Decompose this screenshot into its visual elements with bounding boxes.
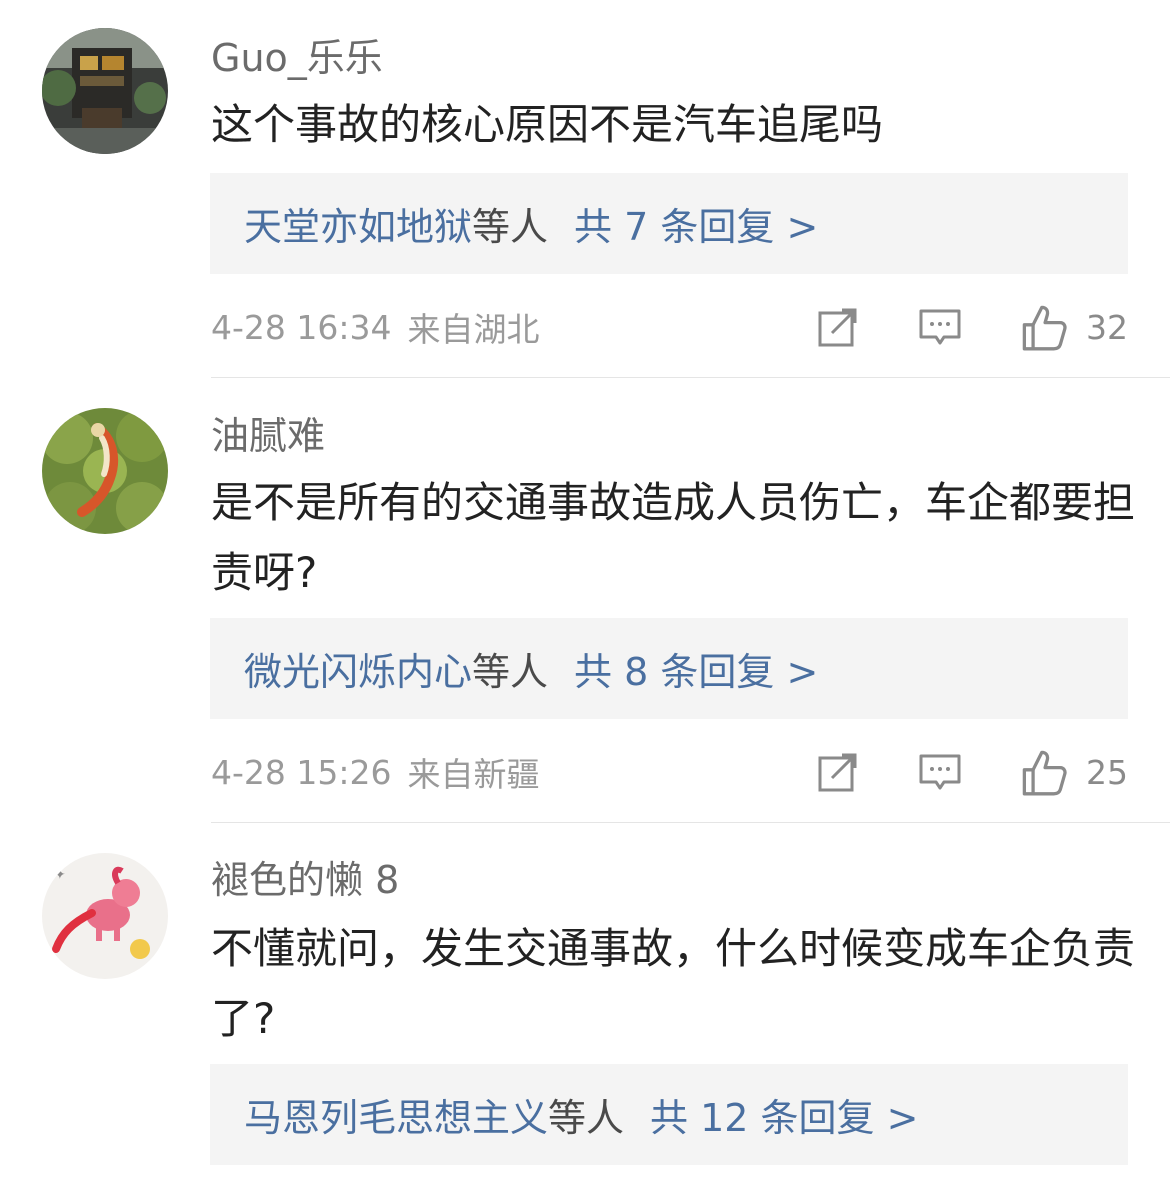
avatar[interactable] — [42, 28, 168, 154]
comment-text: 不懂就问，发生交通事故，什么时候变成车企负责了? — [211, 924, 1136, 1043]
comment-text: 这个事故的核心原因不是汽车追尾吗 — [211, 100, 884, 149]
thumbs-up-icon[interactable] — [1020, 748, 1068, 796]
reply-usernames[interactable]: 天堂亦如地狱 — [244, 196, 472, 251]
comment-text: 是不是所有的交通事故造成人员伤亡，车企都要担责呀? — [211, 478, 1136, 597]
reply-usernames[interactable]: 微光闪烁内心 — [244, 641, 472, 696]
like-count: 25 — [1086, 752, 1128, 792]
username[interactable]: Guo_乐乐 — [211, 36, 383, 80]
reply-suffix: 等人 — [472, 205, 549, 249]
reply-usernames[interactable]: 马恩列毛思想主义 — [244, 1087, 548, 1142]
reply-count[interactable]: 共 12 条回复 > — [650, 1087, 918, 1142]
reply-count[interactable]: 共 8 条回复 > — [574, 641, 818, 696]
replies-link[interactable]: 微光闪烁内心 等人 共 8 条回复 > — [210, 618, 1128, 719]
username[interactable]: 褪色的懒 8 — [211, 858, 399, 902]
username[interactable]: 油腻难 — [211, 414, 325, 458]
replies-link[interactable]: 马恩列毛思想主义 等人 共 12 条回复 > — [210, 1064, 1128, 1165]
reply-count[interactable]: 共 7 条回复 > — [574, 196, 818, 251]
timestamp: 4-28 16:34 — [211, 307, 392, 347]
divider — [211, 822, 1170, 823]
thumbs-up-icon[interactable] — [1020, 303, 1068, 351]
comment-icon[interactable] — [918, 305, 962, 349]
reply-suffix: 等人 — [548, 1096, 625, 1140]
avatar[interactable] — [42, 408, 168, 534]
replies-link[interactable]: 天堂亦如地狱 等人 共 7 条回复 > — [210, 173, 1128, 274]
svg-text:✦: ✦ — [54, 867, 66, 883]
share-icon[interactable] — [816, 750, 860, 794]
location: 来自新疆 — [407, 755, 540, 794]
comment-icon[interactable] — [918, 750, 962, 794]
divider — [211, 377, 1170, 378]
timestamp: 4-28 15:26 — [211, 752, 392, 792]
like-count: 32 — [1086, 307, 1128, 347]
comment-meta: 4-28 16:34 来自湖北 32 — [211, 297, 1128, 357]
reply-suffix: 等人 — [472, 650, 549, 694]
avatar[interactable]: ✦ — [42, 853, 168, 979]
location: 来自湖北 — [407, 310, 540, 349]
comment-actions: 32 — [816, 303, 1128, 351]
comment-actions: 25 — [816, 748, 1128, 796]
comment-meta: 4-28 15:26 来自新疆 25 — [211, 742, 1128, 802]
share-icon[interactable] — [816, 305, 860, 349]
